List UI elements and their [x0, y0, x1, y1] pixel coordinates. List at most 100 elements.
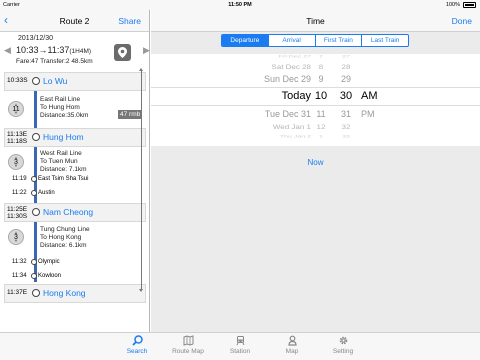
- line-bar: [34, 91, 37, 128]
- picker-hour: 10: [314, 90, 328, 102]
- station-time: 11:37E: [7, 289, 28, 296]
- segment-arrival[interactable]: Arrival: [269, 35, 316, 46]
- chevron-down-icon: ▼: [14, 238, 18, 243]
- line-direction: To Tuen Mun: [40, 158, 78, 165]
- stop-time: 11:34: [12, 273, 27, 279]
- picker-minute: 31: [340, 109, 351, 119]
- battery-icon: [463, 2, 476, 8]
- station-row[interactable]: 10:33S Lo Wu: [4, 72, 146, 91]
- picker-hour: 7: [319, 54, 323, 59]
- done-button[interactable]: Done: [452, 16, 472, 26]
- station-row[interactable]: 11:13E 11:18S Hung Hom: [4, 128, 146, 147]
- picker-minute: 32: [341, 123, 351, 131]
- time-mode-segmented-control: Departure Arrival First Train Last Train: [221, 34, 409, 47]
- stop-time: 11:22: [12, 190, 27, 196]
- station-name: Hong Kong: [43, 288, 86, 298]
- stop-time: 11:32: [12, 259, 27, 265]
- line-direction: To Hung Hom: [40, 104, 80, 111]
- total-distance: 48.5km: [71, 58, 93, 65]
- time-nav-bar: Time Done: [151, 10, 480, 32]
- intermediate-stop: 11:22 Austin: [4, 190, 146, 198]
- date-time-picker[interactable]: Fri Dec 27 7 27 Sat Dec 28 8 28 Sun Dec …: [151, 54, 480, 146]
- station-name: Nam Cheong: [43, 207, 94, 217]
- next-route-icon[interactable]: ▶: [143, 45, 150, 56]
- fare-info: Fare:47 Transfer:2 48.5km: [16, 58, 93, 65]
- gear-icon: [339, 336, 347, 345]
- tab-map[interactable]: Map: [272, 335, 312, 355]
- scrollbar[interactable]: [139, 68, 143, 292]
- segment-info: East Rail Line To Hung Hom Distance:35.0…: [40, 96, 88, 120]
- previous-route-icon[interactable]: ◀: [4, 45, 11, 56]
- stop-circle-icon: [31, 176, 37, 182]
- time-title: Time: [306, 16, 325, 26]
- picker-day: Tue Dec 31: [264, 109, 311, 119]
- share-button[interactable]: Share: [118, 16, 141, 26]
- tab-route-map[interactable]: Route Map: [168, 335, 208, 355]
- picker-hour: 11: [316, 109, 326, 119]
- search-icon: [131, 335, 143, 346]
- scroll-indicator-label: 47 rmb: [118, 110, 143, 119]
- line-name: East Rail Line: [40, 96, 81, 103]
- stop-count-badge[interactable]: ▲ 11 ▼: [8, 101, 24, 117]
- battery-percent: 100%: [445, 2, 460, 8]
- now-button[interactable]: Now: [151, 156, 480, 170]
- arrive-time: 11:13E: [7, 131, 28, 138]
- picker-hour: 1: [319, 134, 323, 139]
- line-direction: To Hong Kong: [40, 234, 82, 241]
- segment-info: Tung Chung Line To Hong Kong Distance: 6…: [40, 226, 90, 250]
- station-circle-icon: [32, 133, 40, 141]
- chevron-down-icon: ▼: [14, 163, 18, 168]
- intermediate-stop: 11:19 East Tsim Sha Tsui: [4, 176, 146, 184]
- picker-minute: 33: [342, 134, 350, 139]
- map-button[interactable]: [114, 44, 131, 61]
- map-book-icon: [183, 335, 193, 346]
- station-circle-icon: [32, 77, 40, 85]
- transfer-count: Transfer:2: [40, 58, 70, 65]
- stop-count-badge[interactable]: ▲ 3 ▼: [8, 229, 24, 245]
- picker-day: Today: [281, 90, 311, 102]
- chevron-down-icon: ▼: [14, 110, 18, 115]
- segment-departure[interactable]: Departure: [222, 35, 269, 46]
- station-name: Hung Hom: [43, 132, 84, 142]
- picker-minute: 29: [340, 74, 351, 84]
- clock: 11:50 PM: [228, 2, 252, 8]
- route-detail-panel: ‹ Route 2 Share 2013/12/30 ◀ ▶ 10:33→11:…: [0, 10, 150, 332]
- station-row[interactable]: 11:25E 11:30S Nam Cheong: [4, 203, 146, 222]
- chevron-up-icon: ▲: [14, 230, 18, 235]
- picker-minute: 28: [341, 63, 351, 71]
- picker-ampm: PM: [361, 109, 375, 119]
- station-row[interactable]: 11:37E Hong Kong: [4, 284, 146, 303]
- tab-label: Route Map: [172, 348, 204, 355]
- line-name: West Rail Line: [40, 150, 82, 157]
- station-name: Lo Wu: [43, 76, 68, 86]
- segment-distance: Distance: 6.1km: [40, 242, 87, 249]
- segment-first-train[interactable]: First Train: [316, 35, 363, 46]
- picker-hour: 9: [318, 74, 324, 84]
- intermediate-stop: 11:34 Kowloon: [4, 273, 146, 281]
- tab-search[interactable]: Search: [117, 335, 157, 355]
- station-time: 11:13E 11:18S: [7, 131, 27, 145]
- tab-setting[interactable]: Setting: [323, 335, 363, 355]
- time-panel: Time Done Departure Arrival First Train …: [151, 10, 480, 332]
- segment-distance: Distance:35.0km: [40, 112, 89, 119]
- segment-last-train[interactable]: Last Train: [362, 35, 408, 46]
- picker-row: Wed Jan 1 12 32: [151, 123, 480, 133]
- picker-minute: 27: [342, 54, 350, 59]
- station-circle-icon: [32, 208, 40, 216]
- picker-day: Wed Jan 1: [272, 123, 311, 131]
- stop-circle-icon: [31, 259, 37, 265]
- segment-info: West Rail Line To Tuen Mun Distance: 7.1…: [40, 150, 87, 174]
- picker-day: Thu Jan 2: [279, 134, 311, 139]
- tab-station[interactable]: Station: [220, 335, 260, 355]
- stop-count-badge[interactable]: ▲ 3 ▼: [8, 154, 24, 170]
- chevron-up-icon: ▲: [14, 155, 18, 160]
- arrival-time: 11:37: [47, 45, 70, 55]
- intermediate-stop: 11:32 Olympic: [4, 259, 146, 267]
- segment-distance: Distance: 7.1km: [40, 166, 87, 173]
- tab-label: Station: [229, 348, 251, 355]
- depart-time: 11:18S: [7, 138, 28, 145]
- picker-hour: 8: [318, 63, 324, 71]
- chevron-up-icon: ▲: [14, 102, 18, 107]
- stop-circle-icon: [31, 273, 37, 279]
- stop-time: 11:19: [12, 176, 27, 182]
